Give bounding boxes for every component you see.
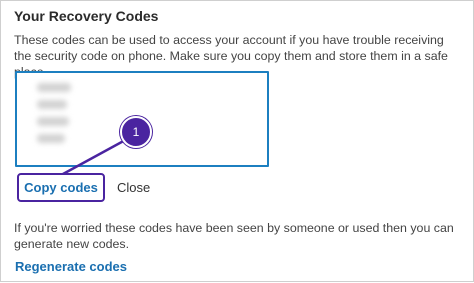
regenerate-note: If you're worried these codes have been … (14, 221, 454, 251)
close-button[interactable]: Close (117, 180, 150, 195)
regenerate-codes-link[interactable]: Regenerate codes (15, 259, 127, 274)
recovery-codes-panel: Your Recovery Codes These codes can be u… (0, 0, 474, 282)
copy-codes-button[interactable]: Copy codes (17, 173, 105, 202)
annotation-badge: 1 (120, 116, 152, 148)
